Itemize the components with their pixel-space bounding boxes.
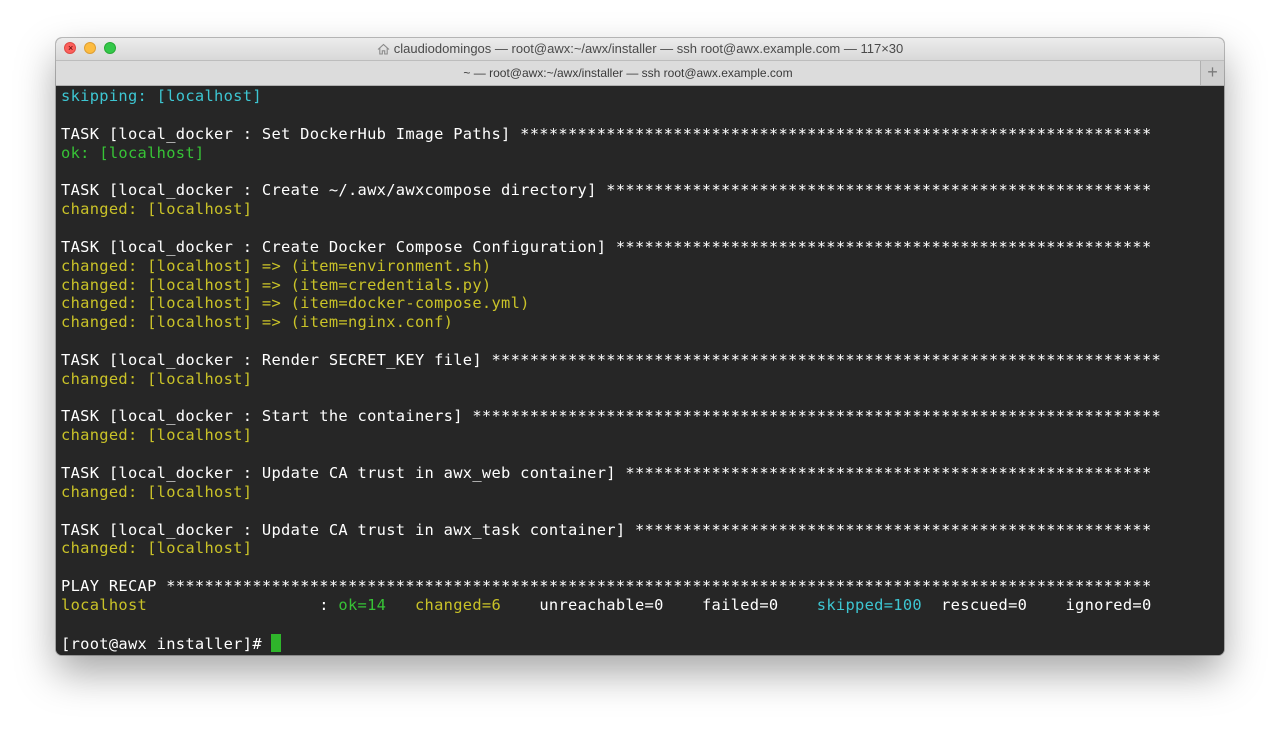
tab-bar: ~ — root@awx:~/awx/installer — ssh root@… — [56, 61, 1224, 86]
terminal-line: changed: [localhost] => (item=docker-com… — [61, 294, 530, 313]
terminal-line: changed: [localhost] => (item=nginx.conf… — [61, 313, 453, 332]
text-cursor — [271, 633, 282, 652]
terminal-line: TASK [local_docker : Update CA trust in … — [61, 464, 1152, 483]
terminal-text: ok: [localhost] — [61, 143, 205, 162]
shell-prompt-line: [root@awx installer]# — [61, 633, 282, 653]
tab-active[interactable]: ~ — root@awx:~/awx/installer — ssh root@… — [56, 61, 1200, 85]
terminal-text: changed: [localhost] — [61, 482, 253, 501]
window-title: claudiodomingos — root@awx:~/awx/install… — [56, 41, 1224, 58]
terminal-line: TASK [local_docker : Update CA trust in … — [61, 521, 1152, 540]
terminal-line: changed: [localhost] — [61, 426, 252, 445]
terminal-line: skipping: [localhost] — [61, 87, 262, 106]
terminal-text: TASK [local_docker : Update CA trust in … — [61, 520, 1152, 539]
terminal-text: ok=14 — [338, 595, 387, 614]
terminal-text: TASK [local_docker : Update CA trust in … — [61, 464, 1152, 482]
terminal-text: [root@awx installer]# — [61, 634, 272, 653]
terminal-line: changed: [localhost] — [61, 200, 252, 219]
terminal-line: TASK [local_docker : Create Docker Compo… — [61, 238, 1152, 257]
home-icon — [377, 43, 390, 58]
new-tab-button[interactable]: + — [1200, 61, 1224, 85]
terminal-text: changed: [localhost] — [61, 200, 253, 219]
terminal-text: skipped=100 — [816, 595, 922, 614]
terminal-line: changed: [localhost] => (item=environmen… — [61, 257, 491, 276]
terminal-line: ok: [localhost] — [61, 144, 205, 163]
title-bar[interactable]: × claudiodomingos — root@awx:~/awx/insta… — [56, 38, 1224, 61]
terminal-text: changed: [localhost] — [61, 426, 253, 445]
terminal-line: changed: [localhost] — [61, 370, 252, 389]
terminal-text: changed: [localhost] => (item=nginx.conf… — [61, 313, 454, 332]
terminal-text: changed: [localhost] — [61, 369, 253, 388]
terminal-text: TASK [local_docker : Create ~/.awx/awxco… — [61, 181, 1152, 200]
terminal-text: PLAY RECAP *****************************… — [61, 577, 1152, 596]
terminal-line: changed: [localhost] — [61, 483, 252, 502]
terminal-window: × claudiodomingos — root@awx:~/awx/insta… — [56, 38, 1224, 655]
terminal-text: skipping: [localhost] — [61, 87, 262, 105]
terminal-text: changed: [localhost] => (item=credential… — [61, 275, 492, 294]
terminal-text: changed: [localhost] — [61, 539, 253, 558]
terminal-line: localhost : ok=14 changed=6 unreachable=… — [61, 596, 1152, 615]
terminal-line: TASK [local_docker : Start the container… — [61, 407, 1161, 426]
terminal-line: changed: [localhost] — [61, 539, 252, 558]
terminal-text: changed: [localhost] => (item=environmen… — [61, 256, 492, 275]
terminal-text: unreachable=0 failed=0 — [501, 595, 817, 614]
terminal-text: localhost — [61, 595, 148, 614]
terminal-line: TASK [local_docker : Render SECRET_KEY f… — [61, 351, 1161, 370]
terminal-text: TASK [local_docker : Start the container… — [61, 407, 1162, 426]
window-title-text: claudiodomingos — root@awx:~/awx/install… — [393, 41, 904, 56]
terminal-line: TASK [local_docker : Set DockerHub Image… — [61, 125, 1152, 144]
terminal-text: rescued=0 ignored=0 — [921, 595, 1152, 614]
terminal-line: TASK [local_docker : Create ~/.awx/awxco… — [61, 181, 1152, 200]
terminal-line: PLAY RECAP *****************************… — [61, 577, 1152, 596]
terminal-text: TASK [local_docker : Create Docker Compo… — [61, 237, 1152, 256]
terminal-text: TASK [local_docker : Render SECRET_KEY f… — [61, 350, 1162, 369]
terminal-line: changed: [localhost] => (item=credential… — [61, 276, 491, 295]
terminal-output[interactable]: skipping: [localhost] TASK [local_docker … — [56, 86, 1224, 655]
terminal-text: changed: [localhost] => (item=docker-com… — [61, 294, 530, 313]
terminal-text: changed=6 — [414, 595, 502, 614]
terminal-text: TASK [local_docker : Set DockerHub Image… — [61, 124, 1152, 143]
terminal-text: : — [147, 595, 339, 614]
